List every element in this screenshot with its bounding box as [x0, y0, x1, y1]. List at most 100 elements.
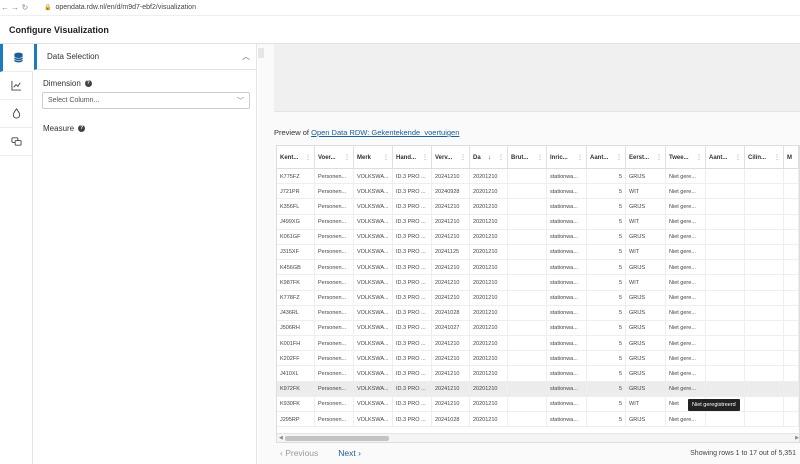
table-cell: Niet gere...: [666, 336, 706, 352]
table-cell: Niet gere...: [666, 260, 706, 276]
table-cell: GRIJS: [626, 305, 666, 321]
table-cell: [508, 169, 547, 184]
table-cell: Niet gere...: [666, 305, 706, 321]
dimension-select-value: Select Column...: [48, 97, 100, 104]
table-cell: 20201210: [470, 396, 508, 412]
table-cell: Personen...: [315, 412, 354, 427]
column-header[interactable]: Aant... ⋮: [706, 146, 745, 169]
scrollbar-thumb[interactable]: [285, 436, 389, 441]
table-cell: 20241210: [432, 351, 470, 367]
table-cell: GRIJS: [626, 320, 666, 336]
column-menu-icon[interactable]: ⋮: [696, 154, 702, 161]
forward-icon[interactable]: →: [10, 3, 20, 12]
table-row[interactable]: J410XL Personen... VOLKSWA... ID.3 PRO ... 2…: [277, 366, 799, 382]
dimension-select[interactable]: Select Column... ﹀: [42, 92, 250, 109]
table-row[interactable]: J315XF Personen... VOLKSWA... ID.3 PRO ... 2…: [277, 244, 799, 261]
table-cell: 5: [587, 290, 626, 306]
table-cell: ID.3 PRO ...: [393, 275, 432, 291]
scrollbar[interactable]: [258, 48, 264, 58]
scroll-right-icon[interactable]: ▶: [795, 435, 799, 441]
table-cell: [706, 366, 745, 382]
table-row[interactable]: K061GF Personen... VOLKSWA... ID.3 PRO ... 2…: [277, 229, 799, 245]
table-cell: VOLKSWA...: [354, 214, 393, 230]
column-header[interactable]: Inric... ⋮: [547, 146, 587, 169]
table-row[interactable]: K001FH Personen... VOLKSWA... ID.3 PRO ... 2…: [277, 336, 799, 352]
table-row[interactable]: K202FF Personen... VOLKSWA... ID.3 PRO ... 2…: [277, 351, 799, 367]
column-header[interactable]: Kent... ⋮: [277, 146, 315, 169]
column-header[interactable]: Cilin... ⋮: [745, 146, 784, 169]
table-cell: [706, 199, 745, 215]
table-cell: VOLKSWA...: [354, 412, 393, 427]
table-cell: [745, 336, 784, 352]
table-row[interactable]: J499XG Personen... VOLKSWA... ID.3 PRO ... 2…: [277, 214, 799, 230]
table-cell: [784, 229, 799, 245]
table-cell: [706, 169, 745, 184]
sort-descending-icon[interactable]: ↓: [488, 155, 491, 161]
table-row[interactable]: J506RH Personen... VOLKSWA... ID.3 PRO ... 2…: [277, 320, 799, 337]
column-menu-icon[interactable]: ⋮: [616, 154, 622, 161]
rail-comments-button[interactable]: [0, 128, 33, 156]
table-cell: 20201210: [470, 184, 508, 200]
next-button[interactable]: Next ›: [338, 448, 361, 458]
column-header[interactable]: Verv... ⋮: [432, 146, 470, 169]
table-cell: 20201210: [470, 275, 508, 291]
column-header[interactable]: Hand... ⋮: [393, 146, 432, 169]
horizontal-scrollbar[interactable]: ◀ ▶: [277, 433, 799, 442]
table-row[interactable]: K987FK Personen... VOLKSWA... ID.3 PRO ... 2…: [277, 275, 799, 291]
table-cell: VOLKSWA...: [354, 199, 393, 215]
table-cell: ID.3 PRO ...: [393, 351, 432, 367]
previous-button[interactable]: ‹ Previous: [280, 448, 318, 458]
table-row[interactable]: K972FK Personen... VOLKSWA... ID.3 PRO ... 2…: [277, 381, 799, 397]
dataset-link[interactable]: Open Data RDW: Gekentekende_voertuigen: [311, 128, 459, 137]
table-row[interactable]: K775FZ Personen... VOLKSWA... ID.3 PRO ... 2…: [277, 169, 799, 185]
column-header-label: Eerst...: [629, 154, 650, 161]
column-header[interactable]: M: [784, 146, 799, 169]
table-cell: K061GF: [277, 229, 315, 245]
column-menu-icon[interactable]: ⋮: [656, 154, 662, 161]
address-bar[interactable]: opendata.rdw.nl/en/d/m9d7-ebf2/visualiza…: [55, 4, 195, 11]
column-menu-icon[interactable]: ⋮: [305, 154, 311, 161]
help-icon[interactable]: ?: [84, 80, 92, 87]
column-menu-icon[interactable]: ⋮: [735, 154, 741, 161]
column-menu-icon[interactable]: ⋮: [537, 154, 543, 161]
table-row[interactable]: J721PR Personen... VOLKSWA... ID.3 PRO ... 2…: [277, 184, 799, 200]
column-header[interactable]: Aant... ⋮: [587, 146, 626, 169]
help-icon[interactable]: ?: [78, 125, 86, 132]
column-header[interactable]: Eerst... ⋮: [626, 146, 666, 169]
column-menu-icon[interactable]: ⋮: [344, 154, 350, 161]
table-row[interactable]: J295RP Personen... VOLKSWA... ID.3 PRO ... 2…: [277, 412, 799, 428]
table-row[interactable]: K456GB Personen... VOLKSWA... ID.3 PRO ... 2…: [277, 260, 799, 276]
column-header[interactable]: Brut... ⋮: [508, 146, 547, 169]
column-header[interactable]: Merk ⋮: [354, 146, 393, 169]
column-menu-icon[interactable]: ⋮: [422, 154, 428, 161]
table-cell: GRIJS: [626, 351, 666, 367]
table-cell: GRIJS: [626, 169, 666, 184]
column-menu-icon[interactable]: ⋮: [383, 154, 389, 161]
icon-rail: [0, 44, 33, 464]
scroll-left-icon[interactable]: ◀: [279, 435, 283, 441]
table-cell: GRIJS: [626, 199, 666, 215]
table-cell: ID.3 PRO ...: [393, 412, 432, 427]
data-selection-header[interactable]: Data Selection ︿: [34, 44, 256, 70]
table-cell: [784, 184, 799, 200]
back-icon[interactable]: ←: [0, 3, 10, 12]
column-menu-icon[interactable]: ⋮: [577, 154, 583, 161]
chevron-up-icon[interactable]: ︿: [242, 51, 250, 62]
table-row[interactable]: K778FZ Personen... VOLKSWA... ID.3 PRO ... 2…: [277, 290, 799, 306]
column-menu-icon[interactable]: ⋮: [774, 154, 780, 161]
column-header-label: M: [787, 154, 792, 161]
rail-chart-button[interactable]: [0, 72, 33, 100]
table-row[interactable]: J436RL Personen... VOLKSWA... ID.3 PRO ... 2…: [277, 305, 799, 321]
column-menu-icon[interactable]: ⋮: [498, 154, 504, 161]
table-cell: [508, 260, 547, 276]
table-row[interactable]: K356FL Personen... VOLKSWA... ID.3 PRO ... 2…: [277, 199, 799, 215]
table-cell: 20241210: [432, 396, 470, 412]
column-menu-icon[interactable]: ⋮: [460, 154, 466, 161]
rail-data-button[interactable]: [0, 44, 33, 72]
rail-style-button[interactable]: [0, 100, 33, 128]
column-header[interactable]: Voer... ⋮: [315, 146, 354, 169]
column-header[interactable]: Da ↓ ⋮: [470, 146, 508, 169]
reload-icon[interactable]: ↻: [20, 3, 30, 12]
table-cell: 20241210: [432, 260, 470, 276]
column-header[interactable]: Twee... ⋮: [666, 146, 706, 169]
